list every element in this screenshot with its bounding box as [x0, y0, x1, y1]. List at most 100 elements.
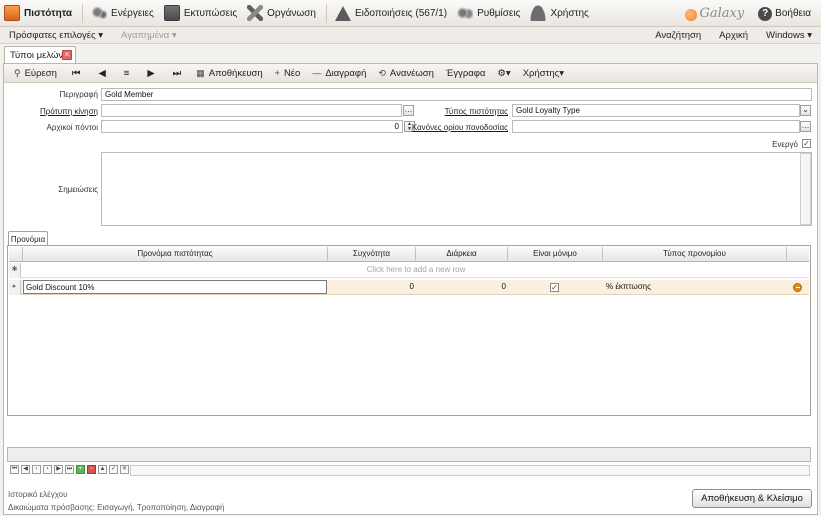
secondary-right: Αναζήτηση Αρχική Windows ▾ [646, 27, 821, 44]
list-icon: ≡ [123, 67, 130, 79]
menu-organization[interactable]: Οργάνωση [243, 0, 322, 27]
gears-icon [91, 5, 108, 21]
first-icon: ⏮ [71, 67, 81, 79]
new-button[interactable]: + Νέο [269, 68, 307, 79]
add-row-icon[interactable]: + [76, 465, 85, 474]
loyalty-type-select[interactable]: Gold Loyalty Type [512, 104, 800, 117]
tab-member-types[interactable]: Τύποι μελών × [4, 46, 76, 64]
settings-icon [457, 5, 474, 21]
prev-icon: ◀ [98, 67, 106, 79]
loyalty-type-label[interactable]: Τύπος πιστότητας [420, 107, 508, 116]
benefit-cell[interactable]: Gold Discount 10% [23, 280, 327, 294]
documents-button[interactable]: Έγγραφα [440, 68, 492, 79]
cancel-icon[interactable]: ✕ [120, 465, 129, 474]
column-header[interactable]: Διάρκεια [416, 247, 508, 262]
menu-loyalty[interactable]: Πιστότητα [0, 0, 78, 27]
warning-icon [334, 5, 351, 21]
refresh-button[interactable]: ⟲ Ανανέωση [372, 68, 440, 79]
document-tabs: Τύποι μελών × [0, 44, 821, 64]
prev-record-button[interactable]: ◀ [89, 68, 114, 79]
active-label: Ενεργό [772, 140, 798, 149]
user-menu-button[interactable]: Χρήστης ▾ [517, 68, 570, 79]
column-header[interactable]: Τύπος προνομίου [603, 247, 787, 262]
default-move-field[interactable] [101, 104, 402, 117]
close-icon[interactable]: × [62, 50, 72, 60]
up-icon[interactable]: ▲ [98, 465, 107, 474]
new-row-placeholder[interactable]: ✱ Click here to add a new row [9, 263, 809, 278]
secondary-menu-bar: Πρόσφατες επιλογές ▾ Αγαπημένα ▾ Αναζήτη… [0, 27, 821, 44]
first-record-button[interactable]: ⏮ [63, 68, 90, 79]
duration-cell[interactable]: 0 [416, 280, 506, 295]
benefits-grid: Προνόμια πιστότητας Συχνότητα Διάρκεια Ε… [7, 245, 811, 416]
menu-prints[interactable]: Εκτυπώσεις [160, 0, 243, 27]
windows-menu[interactable]: Windows ▾ [757, 30, 821, 41]
menu-actions[interactable]: Ενέργειες [87, 0, 160, 27]
grid-footer [7, 447, 811, 462]
remove-row-icon[interactable] [793, 283, 802, 292]
ellipsis-button[interactable]: … [403, 105, 414, 116]
help-button[interactable]: ? Βοήθεια [754, 0, 817, 27]
first-page-icon[interactable]: ⏮ [10, 465, 19, 474]
user-icon [530, 5, 547, 21]
description-label: Περιγραφή [59, 90, 98, 99]
delete-row-icon[interactable]: − [87, 465, 96, 474]
default-move-label[interactable]: Πρότυπη κίνηση [20, 107, 98, 116]
menu-notifications[interactable]: Ειδοποιήσεις (567/1) [331, 0, 453, 27]
favorites-menu[interactable]: Αγαπημένα ▾ [112, 30, 186, 41]
delete-button[interactable]: — Διαγραφή [306, 68, 372, 79]
tab-benefits[interactable]: Προνόμια [8, 231, 48, 246]
new-row-icon: ✱ [9, 263, 21, 278]
prev-page-icon[interactable]: ◀ [21, 465, 30, 474]
column-header[interactable]: Συχνότητα [328, 247, 416, 262]
notes-textarea[interactable] [101, 152, 812, 226]
table-row[interactable]: ▸ Gold Discount 10% 0 0 ✓ % έκπτωσης [9, 280, 809, 295]
ellipsis-button[interactable]: … [800, 121, 811, 132]
benefit-type-cell[interactable]: % έκπτωσης [606, 280, 786, 295]
gear-icon: ⚙ [497, 67, 506, 79]
save-button[interactable]: ▦ Αποθήκευση [190, 68, 268, 79]
menu-separator [82, 3, 84, 23]
last-icon: ⏭ [172, 67, 182, 79]
audit-history-link[interactable]: Ιστορικό ελέγχου [8, 490, 68, 499]
next-icon: ▶ [147, 67, 155, 79]
record-toolbar: ⚲ Εύρεση ⏮ ◀ ≡ ▶ ⏭ ▦ Αποθήκευση + Νέο — Διαγ… [4, 64, 817, 83]
gear-menu-button[interactable]: ⚙ ▾ [491, 68, 516, 79]
save-close-button[interactable]: Αποθήκευση & Κλείσιμο [692, 489, 812, 508]
next-page-icon[interactable]: ▶ [54, 465, 63, 474]
dropdown-arrow-icon[interactable]: ⌄ [800, 105, 811, 116]
notes-label: Σημειώσεις [58, 185, 98, 194]
grid-header: Προνόμια πιστότητας Συχνότητα Διάρκεια Ε… [9, 247, 809, 262]
frequency-cell[interactable]: 0 [328, 280, 414, 295]
horizontal-scrollbar[interactable] [130, 465, 810, 476]
next-row-icon[interactable]: › [43, 465, 52, 474]
active-checkbox[interactable]: ✓ [802, 139, 811, 148]
score-rule-field[interactable] [512, 120, 800, 133]
initial-points-field[interactable]: 0 [101, 120, 403, 133]
next-record-button[interactable]: ▶ [138, 68, 163, 79]
last-page-icon[interactable]: ⏭ [65, 465, 74, 474]
grid-navigator: ⏮ ◀ ‹ › ▶ ⏭ + − ▲ ✓ ✕ ‹ [10, 465, 140, 476]
search-link[interactable]: Αναζήτηση [646, 30, 710, 41]
last-record-button[interactable]: ⏭ [164, 68, 191, 79]
save-icon: ▦ [196, 67, 205, 78]
home-link[interactable]: Αρχική [710, 30, 757, 41]
main-menu-bar: Πιστότητα Ενέργειες Εκτυπώσεις Οργάνωση … [0, 0, 821, 27]
list-button[interactable]: ≡ [115, 68, 139, 79]
menu-settings[interactable]: Ρυθμίσεις [453, 0, 526, 27]
top-right-area: Galaxy ? Βοήθεια [685, 0, 817, 27]
notes-scrollbar[interactable] [800, 153, 811, 225]
confirm-icon[interactable]: ✓ [109, 465, 118, 474]
score-rule-label[interactable]: Κανόνες ορίου πονοδοσίας [400, 123, 508, 132]
permanent-checkbox[interactable]: ✓ [550, 283, 559, 292]
prev-row-icon[interactable]: ‹ [32, 465, 41, 474]
description-field[interactable]: Gold Member [101, 88, 812, 101]
logo-orb-icon [685, 9, 698, 21]
column-header[interactable]: Είναι μόνιμο [508, 247, 603, 262]
menu-user[interactable]: Χρήστης [526, 0, 594, 27]
search-button[interactable]: ⚲ Εύρεση [8, 68, 63, 79]
row-pointer-icon: ▸ [9, 280, 21, 295]
card-icon [4, 5, 20, 21]
column-header[interactable]: Προνόμια πιστότητας [23, 247, 328, 262]
print-icon [163, 5, 180, 21]
recent-menu[interactable]: Πρόσφατες επιλογές ▾ [0, 30, 112, 41]
